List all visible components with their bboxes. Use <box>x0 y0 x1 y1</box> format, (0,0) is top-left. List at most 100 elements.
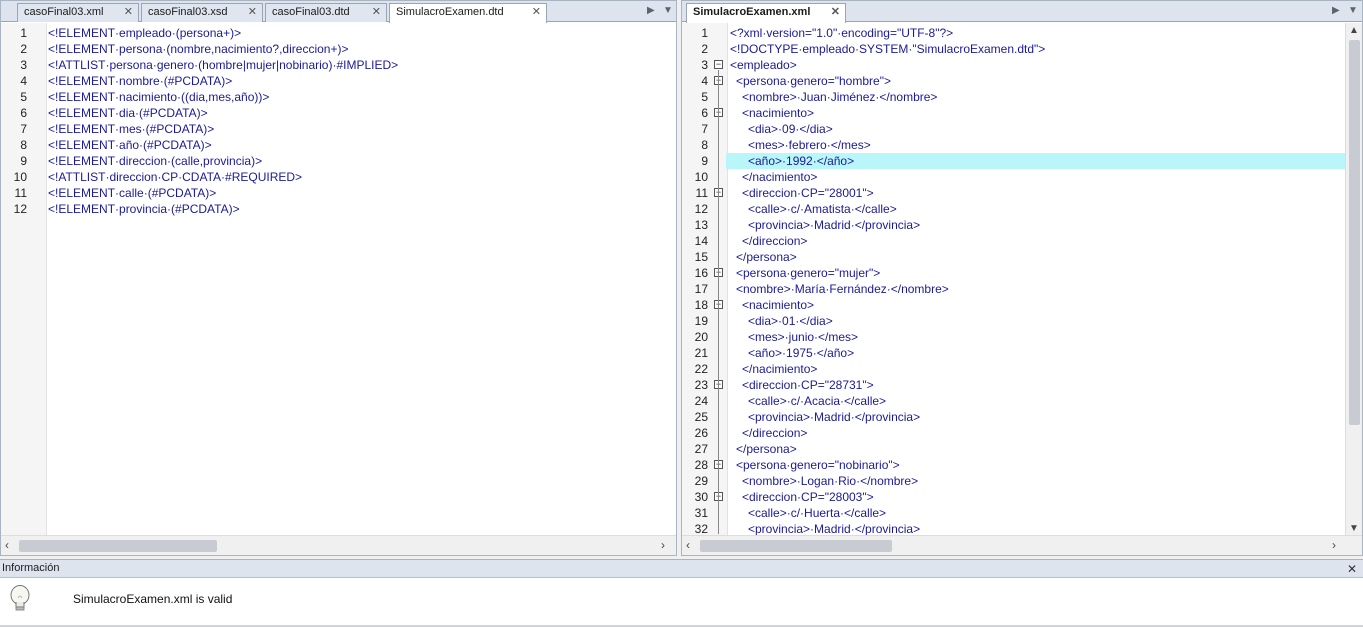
code-text: <!ELEMENT·provincia·(#PCDATA)> <box>48 202 240 216</box>
information-panel-header: Información ✕ <box>0 560 1363 578</box>
validation-message: SimulacroExamen.xml is valid <box>73 592 233 606</box>
code-text: <mes>·junio·</mes> <box>748 330 859 344</box>
code-line: 4 <persona·genero="hombre"> <box>682 73 1345 89</box>
line-number: 14 <box>694 234 708 248</box>
line-number: 4 <box>701 74 708 88</box>
app-root: casoFinal03.xml ✕ casoFinal03.xsd ✕ caso… <box>0 0 1363 627</box>
horizontal-scrollbar[interactable]: ‹ › <box>682 535 1362 555</box>
code-text: <!ELEMENT·nombre·(#PCDATA)> <box>48 74 233 88</box>
close-icon[interactable]: ✕ <box>831 4 840 21</box>
close-icon[interactable]: ✕ <box>124 4 133 21</box>
triangle-down-icon[interactable]: ▼ <box>663 5 673 16</box>
code-line: 12 <calle>·c/·Amatista·</calle> <box>682 201 1345 217</box>
scrollbar-thumb[interactable] <box>1349 40 1360 425</box>
tab-simulacroexamen-dtd[interactable]: SimulacroExamen.dtd ✕ <box>389 3 547 23</box>
code-line: 16 <persona·genero="mujer"> <box>682 265 1345 281</box>
code-text: <!ATTLIST·direccion·CP·CDATA·#REQUIRED> <box>48 170 303 184</box>
information-panel: Información ✕ SimulacroExamen.xml is val… <box>0 559 1363 627</box>
line-number: 27 <box>694 442 708 456</box>
left-editor-panel: casoFinal03.xml ✕ casoFinal03.xsd ✕ caso… <box>0 0 677 556</box>
scrollbar-thumb[interactable] <box>700 540 892 552</box>
line-number: 2 <box>701 42 708 56</box>
tab-label: SimulacroExamen.xml <box>693 6 811 18</box>
close-icon[interactable]: ✕ <box>532 4 541 21</box>
fold-toggle-icon[interactable]: − <box>714 60 723 69</box>
chevron-right-icon[interactable]: › <box>1332 538 1336 552</box>
code-line: 20 <mes>·junio·</mes> <box>682 329 1345 345</box>
code-line: 1 <?xml·version="1.0"·encoding="UTF-8"?> <box>682 25 1345 41</box>
chevron-up-icon[interactable]: ▲ <box>1349 25 1359 36</box>
code-text: <año>·1975·</año> <box>748 346 855 360</box>
left-tab-bar: casoFinal03.xml ✕ casoFinal03.xsd ✕ caso… <box>1 1 676 23</box>
code-text: <direccion·CP="28731"> <box>742 378 874 392</box>
tab-casofinal03-dtd[interactable]: casoFinal03.dtd ✕ <box>265 3 387 22</box>
line-number: 13 <box>694 218 708 232</box>
line-number: 15 <box>694 250 708 264</box>
close-icon[interactable]: ✕ <box>372 4 381 21</box>
code-line: 9 <año>·1992·</año> <box>682 153 1345 169</box>
line-number: 6 <box>20 106 27 120</box>
code-text: <empleado> <box>730 58 797 72</box>
line-number: 5 <box>20 90 27 104</box>
line-number: 1 <box>20 26 27 40</box>
scrollbar-thumb[interactable] <box>19 540 217 552</box>
line-number: 10 <box>13 170 27 184</box>
tab-label: casoFinal03.xsd <box>148 6 228 18</box>
triangle-right-icon[interactable]: ▶ <box>1332 5 1340 16</box>
close-icon[interactable]: ✕ <box>1347 561 1357 578</box>
chevron-right-icon[interactable]: › <box>661 538 665 552</box>
line-number: 31 <box>694 506 708 520</box>
code-text: <persona·genero="nobinario"> <box>736 458 900 472</box>
code-line: 23 <direccion·CP="28731"> <box>682 377 1345 393</box>
code-line: 31 <calle>·c/·Huerta·</calle> <box>682 505 1345 521</box>
line-number: 7 <box>20 122 27 136</box>
tab-casofinal03-xsd[interactable]: casoFinal03.xsd ✕ <box>141 3 263 22</box>
code-line: 24 <calle>·c/·Acacia·</calle> <box>682 393 1345 409</box>
code-text: <calle>·c/·Acacia·</calle> <box>748 394 887 408</box>
chevron-down-icon[interactable]: ▼ <box>1349 523 1359 534</box>
code-text: <!ELEMENT·calle·(#PCDATA)> <box>48 186 217 200</box>
chevron-left-icon[interactable]: ‹ <box>5 538 9 552</box>
code-line: 7 <!ELEMENT·mes·(#PCDATA)> <box>1 121 676 137</box>
code-text: </nacimiento> <box>742 170 818 184</box>
code-line: 5 <nombre>·Juan·Jiménez·</nombre> <box>682 89 1345 105</box>
code-text: <provincia>·Madrid·</provincia> <box>748 410 921 424</box>
code-line: 15 </persona> <box>682 249 1345 265</box>
line-number: 21 <box>694 346 708 360</box>
code-line: 8 <!ELEMENT·año·(#PCDATA)> <box>1 137 676 153</box>
code-line: 8 <mes>·febrero·</mes> <box>682 137 1345 153</box>
code-text: <año>·1992·</año> <box>748 154 855 168</box>
code-line: 6 <nacimiento> <box>682 105 1345 121</box>
code-text: <!ELEMENT·año·(#PCDATA)> <box>48 138 212 152</box>
triangle-down-icon[interactable]: ▼ <box>1348 5 1358 16</box>
xml-code-editor[interactable]: 1 <?xml·version="1.0"·encoding="UTF-8"?> 2… <box>682 23 1345 537</box>
vertical-scrollbar[interactable]: ▲ ▼ <box>1345 23 1362 537</box>
horizontal-scrollbar[interactable]: ‹ › <box>1 535 676 555</box>
dtd-code-editor[interactable]: 1 <!ELEMENT·empleado·(persona+)> 2 <!ELEMEN… <box>1 23 676 537</box>
line-number: 26 <box>694 426 708 440</box>
code-line: 29 <nombre>·Logan·Rio·</nombre> <box>682 473 1345 489</box>
chevron-left-icon[interactable]: ‹ <box>686 538 690 552</box>
code-line: 19 <dia>·01·</dia> <box>682 313 1345 329</box>
tab-casofinal03-xml[interactable]: casoFinal03.xml ✕ <box>17 3 139 22</box>
code-text: <dia>·09·</dia> <box>748 122 833 136</box>
line-number: 7 <box>701 122 708 136</box>
tab-simulacroexamen-xml[interactable]: SimulacroExamen.xml ✕ <box>686 3 846 23</box>
line-number: 29 <box>694 474 708 488</box>
code-text: <calle>·c/·Amatista·</calle> <box>748 202 897 216</box>
code-line: 3 <empleado> <box>682 57 1345 73</box>
right-tab-bar: SimulacroExamen.xml ✕ ▶ ▼ <box>682 1 1362 23</box>
right-editor-panel: SimulacroExamen.xml ✕ ▶ ▼ 1 <?xml·version… <box>681 0 1363 556</box>
code-line: 11 <!ELEMENT·calle·(#PCDATA)> <box>1 185 676 201</box>
triangle-right-icon[interactable]: ▶ <box>647 5 655 16</box>
line-number: 9 <box>20 154 27 168</box>
code-text: <persona·genero="mujer"> <box>736 266 881 280</box>
code-text: <dia>·01·</dia> <box>748 314 833 328</box>
code-text: <provincia>·Madrid·</provincia> <box>748 218 921 232</box>
line-number: 5 <box>701 90 708 104</box>
close-icon[interactable]: ✕ <box>248 4 257 21</box>
code-line: 22 </nacimiento> <box>682 361 1345 377</box>
code-text: </nacimiento> <box>742 362 818 376</box>
code-text: <nombre>·Logan·Rio·</nombre> <box>742 474 919 488</box>
line-number: 3 <box>701 58 708 72</box>
